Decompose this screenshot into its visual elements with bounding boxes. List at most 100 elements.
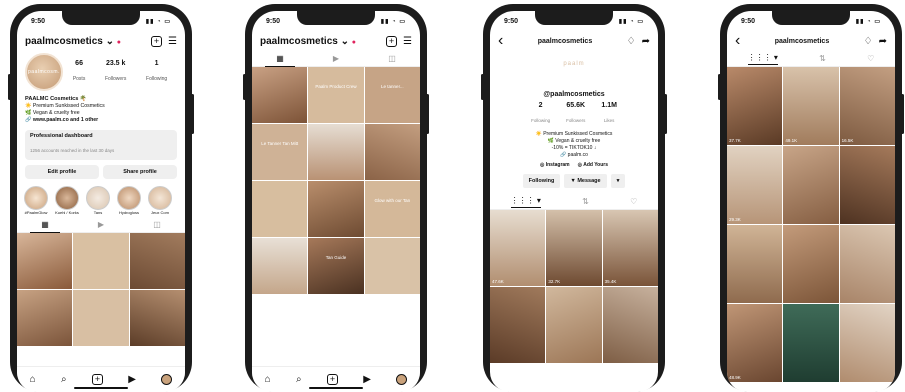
videos-tab-icon[interactable]: ⋮⋮⋮ ▾ (747, 53, 778, 65)
reels-icon[interactable]: ▶ (128, 374, 136, 385)
back-icon[interactable]: ‹ (498, 32, 503, 50)
reels-tab-icon[interactable]: ▶ (76, 220, 126, 229)
liked-tab-icon[interactable]: ♡ (630, 197, 637, 206)
post-thumbnail[interactable] (129, 290, 185, 346)
highlight[interactable]: Kuehl / Korks (54, 186, 80, 215)
highlight[interactable]: Hydrogloss (116, 186, 142, 215)
videos-tab-icon[interactable]: ⋮⋮⋮ ▾ (510, 196, 541, 208)
stat-followers[interactable]: 65.6K Followers (566, 102, 585, 127)
clock: 9:50 (741, 17, 756, 25)
video-thumbnail[interactable] (839, 146, 895, 224)
video-thumbnail[interactable] (490, 287, 546, 363)
video-thumbnail[interactable]: 47.6K (490, 210, 546, 286)
video-thumbnail[interactable] (783, 146, 839, 224)
video-thumbnail[interactable] (839, 225, 895, 303)
tagged-tab-icon[interactable]: ◫ (132, 220, 182, 229)
post-thumbnail[interactable] (73, 233, 129, 289)
back-icon[interactable]: ‹ (735, 32, 740, 50)
grid-tab-icon[interactable]: ▦ (255, 54, 305, 67)
post-thumbnail[interactable] (308, 181, 364, 237)
stat-following[interactable]: 1 Following (146, 60, 167, 85)
profile-avatar-icon[interactable] (161, 374, 173, 385)
grid-tab-icon[interactable]: ▦ (20, 220, 70, 233)
create-icon[interactable]: + (91, 374, 103, 385)
side-button (191, 94, 194, 134)
post-thumbnail[interactable] (252, 181, 308, 237)
username[interactable]: paalmcosmetics ⌄ ● (260, 36, 356, 47)
share-icon[interactable]: ➦ (879, 36, 887, 47)
video-thumbnail[interactable] (783, 225, 839, 303)
create-icon[interactable]: + (326, 374, 338, 385)
post-thumbnail[interactable] (364, 124, 420, 180)
tagged-tab-icon[interactable]: ◫ (367, 54, 417, 63)
username[interactable]: paalmcosmetics ⌄ ● (25, 36, 121, 47)
bell-icon[interactable]: ♢ (864, 36, 873, 47)
add-yours-link[interactable]: ◎ Add Yours (578, 162, 608, 168)
post-thumbnail[interactable] (252, 238, 308, 294)
liked-tab-icon[interactable]: ♡ (867, 54, 874, 63)
highlight[interactable]: Tans (85, 186, 111, 215)
video-thumbnail[interactable]: 32.7K (546, 210, 602, 286)
notch (297, 11, 375, 25)
screen: 9:50 ▮▮ ◔ ▭ paalmcosmetics ⌄ ● + ☰ ▦ ▶ ◫… (252, 11, 420, 392)
reposts-tab-icon[interactable]: ⇅ (819, 54, 826, 63)
video-thumbnail[interactable] (602, 287, 658, 363)
video-thumbnail[interactable] (546, 287, 602, 363)
menu-icon[interactable]: ☰ (168, 36, 177, 47)
clock: 9:50 (266, 17, 281, 25)
stat-posts[interactable]: 66 Posts (73, 60, 86, 85)
reels-tab-icon[interactable]: ▶ (311, 54, 361, 63)
share-profile-button[interactable]: Share profile (103, 165, 177, 179)
post-thumbnail[interactable]: Paalm Product Crew (308, 67, 364, 123)
video-thumbnail[interactable] (839, 304, 895, 382)
stat-likes[interactable]: 1.1M Likes (601, 102, 617, 127)
edit-profile-button[interactable]: Edit profile (25, 165, 99, 179)
video-thumbnail[interactable]: 48.9K (727, 304, 783, 382)
home-icon[interactable]: ⌂ (265, 374, 271, 385)
stat-following[interactable]: 2 Following (531, 102, 550, 127)
screen: 9:50 ▮▮ ◔ ▭ ‹ paalmcosmetics ♢ ➦ paalm @… (490, 11, 658, 392)
post-thumbnail[interactable] (17, 233, 73, 289)
video-thumbnail[interactable]: 49.1K (783, 67, 839, 145)
avatar[interactable]: paalmcosm. (25, 53, 63, 91)
post-thumbnail[interactable] (17, 290, 73, 346)
video-thumbnail[interactable]: 37.7K (727, 67, 783, 145)
post-thumbnail[interactable]: Tan Guide (308, 238, 364, 294)
post-thumbnail[interactable] (364, 238, 420, 294)
stat-followers[interactable]: 23.5 k Followers (105, 60, 126, 85)
home-icon[interactable]: ⌂ (30, 374, 36, 385)
post-thumbnail[interactable] (73, 290, 129, 346)
message-button[interactable]: ▼ Message (564, 174, 607, 188)
video-thumbnail[interactable] (727, 225, 783, 303)
professional-dashboard[interactable]: Professional dashboard 1256 accounts rea… (25, 130, 177, 160)
bell-icon[interactable]: ♢ (627, 36, 636, 47)
video-thumbnail[interactable]: 16.5K (839, 67, 895, 145)
new-post-icon[interactable]: + (386, 35, 398, 47)
profile-avatar-icon[interactable] (396, 374, 408, 385)
search-icon[interactable]: ⌕ (296, 374, 302, 385)
highlight[interactable]: #PaalmGlow (23, 186, 49, 215)
bio-link[interactable]: 🔗 www.paalm.co and 1 other (25, 117, 98, 123)
post-thumbnail[interactable] (308, 124, 364, 180)
post-thumbnail[interactable] (252, 67, 308, 123)
post-thumbnail[interactable]: Glow with our Tan (364, 181, 420, 237)
new-post-icon[interactable]: + (151, 35, 163, 47)
search-icon[interactable]: ⌕ (61, 374, 67, 385)
bio-link[interactable]: 🔗 paalm.co (560, 152, 588, 158)
share-icon[interactable]: ➦ (642, 36, 650, 47)
reels-icon[interactable]: ▶ (363, 374, 371, 385)
profile-name: PAALMC Cosmetics 🌴 (25, 96, 87, 102)
video-thumbnail[interactable] (783, 304, 839, 382)
instagram-link[interactable]: ◎ Instagram (540, 162, 570, 168)
video-thumbnail[interactable]: 29.3K (727, 146, 783, 224)
home-indicator (309, 387, 363, 389)
post-thumbnail[interactable] (129, 233, 185, 289)
following-button[interactable]: Following (522, 174, 561, 188)
highlight[interactable]: Jeux Com (147, 186, 173, 215)
video-thumbnail[interactable]: 35.4K (602, 210, 658, 286)
more-button[interactable]: ▾ (610, 174, 626, 188)
post-thumbnail[interactable]: Le Tanner Tan Mitt (252, 124, 308, 180)
post-thumbnail[interactable]: Le tanner... (364, 67, 420, 123)
menu-icon[interactable]: ☰ (403, 36, 412, 47)
reposts-tab-icon[interactable]: ⇅ (582, 197, 589, 206)
